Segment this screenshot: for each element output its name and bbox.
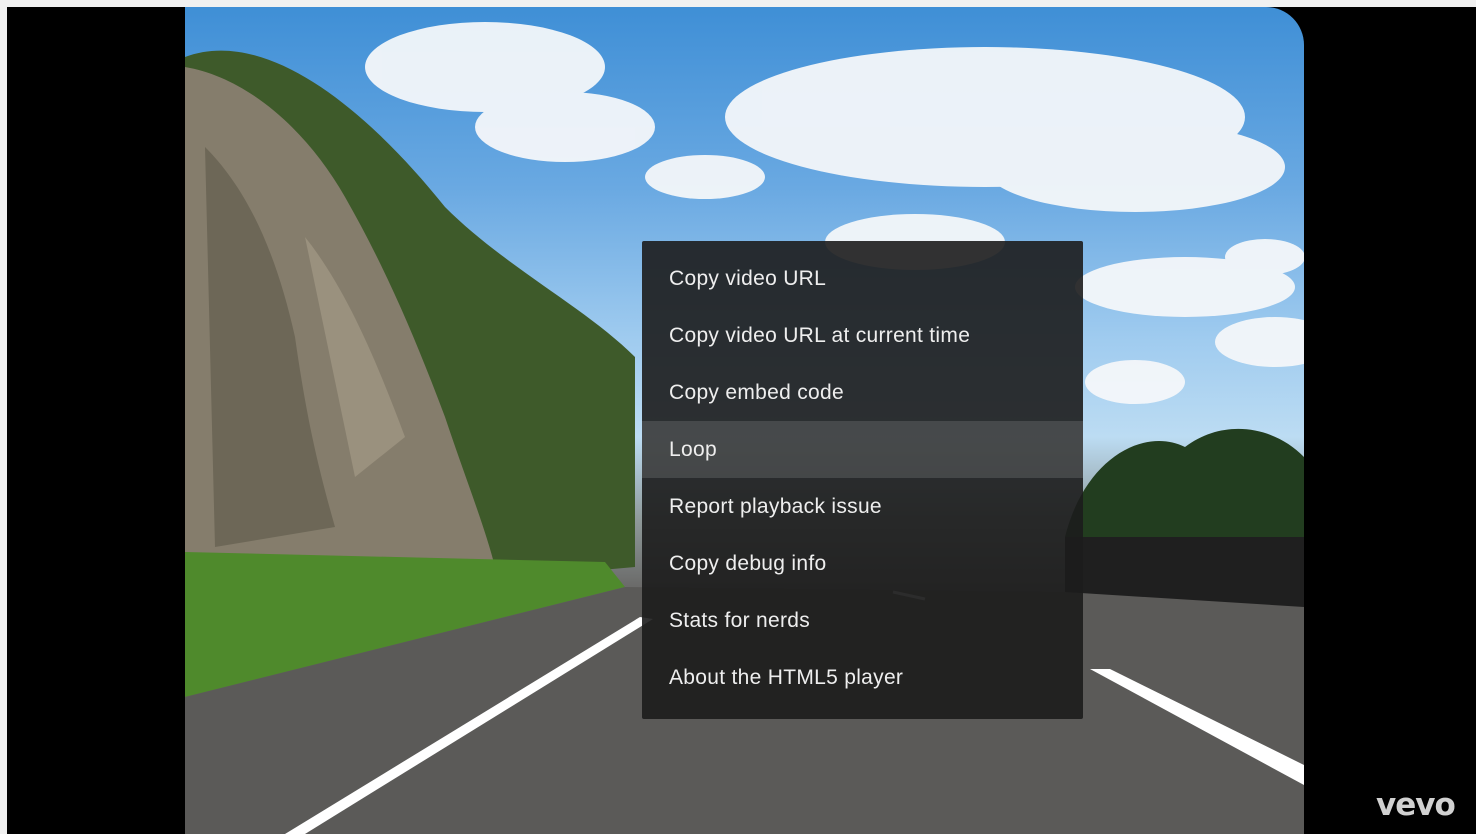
stats-for-nerds-item[interactable]: Stats for nerds	[642, 592, 1083, 649]
context-menu: Copy video URL Copy video URL at current…	[642, 241, 1083, 719]
vevo-watermark: vevo	[1376, 787, 1456, 823]
copy-embed-code-item[interactable]: Copy embed code	[642, 364, 1083, 421]
about-html5-player-item[interactable]: About the HTML5 player	[642, 649, 1083, 706]
copy-debug-info-item[interactable]: Copy debug info	[642, 535, 1083, 592]
loop-item[interactable]: Loop	[642, 421, 1083, 478]
report-playback-issue-item[interactable]: Report playback issue	[642, 478, 1083, 535]
copy-video-url-item[interactable]: Copy video URL	[642, 250, 1083, 307]
copy-video-url-at-time-item[interactable]: Copy video URL at current time	[642, 307, 1083, 364]
